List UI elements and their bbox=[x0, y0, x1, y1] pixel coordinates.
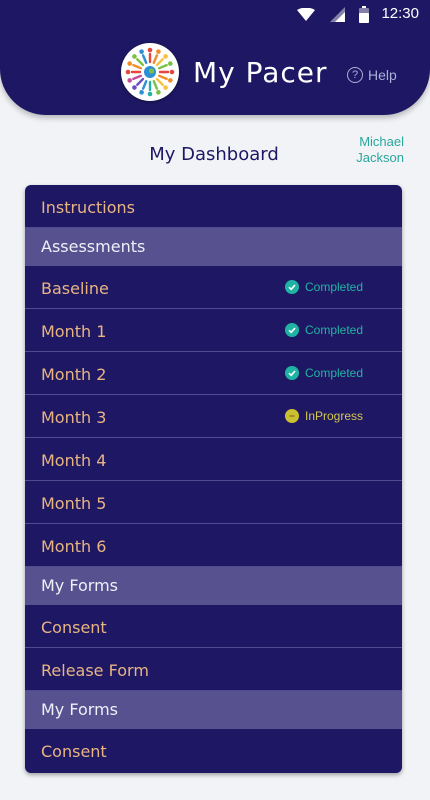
assessment-baseline[interactable]: Baseline Completed bbox=[25, 266, 402, 309]
assessment-label: Month 3 bbox=[41, 408, 107, 427]
status-text: Completed bbox=[305, 280, 364, 294]
status-badge: Completed bbox=[285, 366, 363, 380]
battery-icon bbox=[359, 6, 369, 23]
help-icon: ? bbox=[347, 67, 363, 83]
section-label: My Forms bbox=[41, 576, 118, 595]
form-label: Consent bbox=[41, 618, 107, 637]
assessment-month-1[interactable]: Month 1 Completed bbox=[25, 309, 402, 352]
signal-icon bbox=[330, 7, 345, 22]
assessment-label: Month 1 bbox=[41, 322, 107, 341]
assessment-month-4[interactable]: Month 4 bbox=[25, 438, 402, 481]
section-label: Assessments bbox=[41, 237, 146, 256]
help-label: Help bbox=[368, 67, 397, 83]
form-label: Release Form bbox=[41, 661, 149, 680]
check-circle-icon bbox=[285, 280, 299, 294]
assessment-month-5[interactable]: Month 5 bbox=[25, 481, 402, 524]
in-progress-icon bbox=[285, 409, 299, 423]
assessment-label: Month 5 bbox=[41, 494, 107, 513]
section-header-my-forms-2: My Forms bbox=[25, 691, 402, 729]
app-header: 12:30 My Pacer ? Help bbox=[0, 0, 430, 115]
assessment-label: Month 6 bbox=[41, 537, 107, 556]
form-label: Consent bbox=[41, 742, 107, 761]
status-time: 12:30 bbox=[381, 5, 419, 22]
assessment-label: Month 2 bbox=[41, 365, 107, 384]
assessment-month-2[interactable]: Month 2 Completed bbox=[25, 352, 402, 395]
section-header-assessments: Assessments bbox=[25, 228, 402, 266]
section-label: My Forms bbox=[41, 700, 118, 719]
menu-item-label: Instructions bbox=[41, 198, 135, 217]
menu-item-instructions[interactable]: Instructions bbox=[25, 185, 402, 228]
check-circle-icon bbox=[285, 323, 299, 337]
status-text: Completed bbox=[305, 323, 364, 337]
app-logo bbox=[121, 43, 179, 101]
status-badge: Completed bbox=[285, 280, 363, 294]
form-consent[interactable]: Consent bbox=[25, 605, 402, 648]
dashboard-menu: Instructions Assessments Baseline Comple… bbox=[25, 185, 402, 773]
assessment-month-3[interactable]: Month 3 InProgress bbox=[25, 395, 402, 438]
app-title: My Pacer bbox=[193, 56, 328, 89]
assessment-month-6[interactable]: Month 6 bbox=[25, 524, 402, 567]
assessment-label: Month 4 bbox=[41, 451, 107, 470]
user-name: Michael Jackson bbox=[324, 134, 404, 166]
status-text: InProgress bbox=[305, 409, 364, 423]
status-bar: 12:30 bbox=[0, 0, 430, 30]
section-header-my-forms: My Forms bbox=[25, 567, 402, 605]
user-first-name: Michael bbox=[359, 134, 404, 149]
assessment-label: Baseline bbox=[41, 279, 109, 298]
help-button[interactable]: ? Help bbox=[347, 65, 397, 85]
user-last-name: Jackson bbox=[356, 150, 404, 165]
status-badge: Completed bbox=[285, 323, 363, 337]
status-badge: InProgress bbox=[285, 409, 363, 423]
check-circle-icon bbox=[285, 366, 299, 380]
form-consent-2[interactable]: Consent bbox=[25, 729, 402, 773]
status-text: Completed bbox=[305, 366, 364, 380]
wifi-icon bbox=[297, 8, 315, 21]
form-release-form[interactable]: Release Form bbox=[25, 648, 402, 691]
